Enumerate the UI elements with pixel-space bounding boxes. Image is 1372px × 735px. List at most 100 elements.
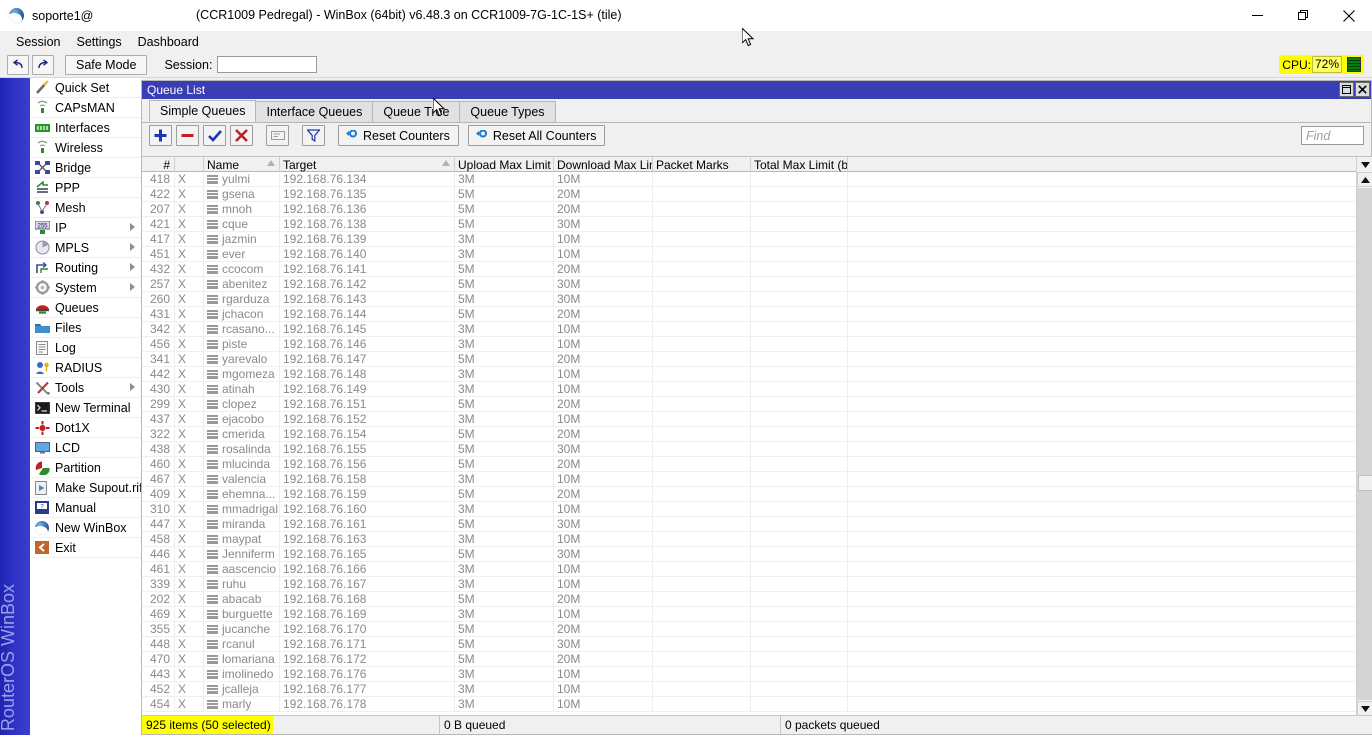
- table-row[interactable]: 322Xcmerida192.168.76.1545M20M: [142, 427, 1356, 442]
- sidebar-item-mpls[interactable]: MPLS: [30, 238, 141, 258]
- queue-close-button[interactable]: [1355, 82, 1370, 97]
- table-row[interactable]: 417Xjazmin192.168.76.1393M10M: [142, 232, 1356, 247]
- table-row[interactable]: 257Xabenitez192.168.76.1425M30M: [142, 277, 1356, 292]
- column-header-packet-marks[interactable]: Packet Marks: [653, 157, 751, 172]
- table-row[interactable]: 202Xabacab192.168.76.1685M20M: [142, 592, 1356, 607]
- column-header-total-max-limit[interactable]: Total Max Limit (bi...: [751, 157, 848, 172]
- table-row[interactable]: 458Xmaypat192.168.76.1633M10M: [142, 532, 1356, 547]
- sidebar-item-wireless[interactable]: Wireless: [30, 138, 141, 158]
- menu-item-dashboard[interactable]: Dashboard: [130, 33, 207, 51]
- queue-restore-button[interactable]: [1339, 82, 1354, 97]
- session-input[interactable]: [217, 56, 317, 73]
- sidebar-item-exit[interactable]: Exit: [30, 538, 141, 558]
- disable-queue-button[interactable]: [230, 125, 253, 146]
- table-row[interactable]: 438Xrosalinda192.168.76.1555M30M: [142, 442, 1356, 457]
- sidebar-item-quick-set[interactable]: Quick Set: [30, 78, 141, 98]
- column-header-name[interactable]: Name: [204, 157, 280, 172]
- table-row[interactable]: 443Ximolinedo192.168.76.1763M10M: [142, 667, 1356, 682]
- table-row[interactable]: 430Xatinah192.168.76.1493M10M: [142, 382, 1356, 397]
- sidebar-item-radius[interactable]: RADIUS: [30, 358, 141, 378]
- sidebar-item-ip[interactable]: 255 IP: [30, 218, 141, 238]
- cell-download-text: 10M: [557, 532, 580, 546]
- search-input[interactable]: Find: [1301, 126, 1364, 145]
- redo-icon[interactable]: [32, 55, 54, 75]
- column-header-download-max-limit[interactable]: Download Max Limit: [554, 157, 653, 172]
- table-row[interactable]: 460Xmlucinda192.168.76.1565M20M: [142, 457, 1356, 472]
- tab-interface-queues[interactable]: Interface Queues: [255, 101, 373, 122]
- table-row[interactable]: 451Xever192.168.76.1403M10M: [142, 247, 1356, 262]
- table-row[interactable]: 446XJenniferm192.168.76.1655M30M: [142, 547, 1356, 562]
- sidebar-item-files[interactable]: Files: [30, 318, 141, 338]
- scroll-up-button[interactable]: [1357, 172, 1372, 187]
- vertical-scrollbar[interactable]: [1356, 172, 1372, 716]
- table-row[interactable]: 299Xclopez192.168.76.1515M20M: [142, 397, 1356, 412]
- table-row[interactable]: 339Xruhu192.168.76.1673M10M: [142, 577, 1356, 592]
- sidebar-item-ppp[interactable]: PPP: [30, 178, 141, 198]
- sidebar-item-tools[interactable]: Tools: [30, 378, 141, 398]
- column-header-flags[interactable]: [175, 157, 204, 172]
- table-row[interactable]: 456Xpiste192.168.76.1463M10M: [142, 337, 1356, 352]
- menu-item-session[interactable]: Session: [8, 33, 68, 51]
- scrollbar-thumb[interactable]: [1358, 475, 1372, 491]
- sidebar-item-mesh[interactable]: Mesh: [30, 198, 141, 218]
- reset-counters-button[interactable]: Reset Counters: [338, 125, 459, 146]
- sidebar-item-new-terminal[interactable]: New Terminal: [30, 398, 141, 418]
- table-row[interactable]: 437Xejacobo192.168.76.1523M10M: [142, 412, 1356, 427]
- sidebar-item-log[interactable]: Log: [30, 338, 141, 358]
- table-row[interactable]: 409Xehemna...192.168.76.1595M20M: [142, 487, 1356, 502]
- table-row[interactable]: 454Xmarly192.168.76.1783M10M: [142, 697, 1356, 712]
- comment-icon[interactable]: [266, 125, 289, 146]
- table-row[interactable]: 467Xvalencia192.168.76.1583M10M: [142, 472, 1356, 487]
- table-row[interactable]: 421Xcque192.168.76.1385M30M: [142, 217, 1356, 232]
- enable-queue-button[interactable]: [203, 125, 226, 146]
- table-row[interactable]: 452Xjcalleja192.168.76.1773M10M: [142, 682, 1356, 697]
- table-row[interactable]: 470Xlomariana192.168.76.1725M20M: [142, 652, 1356, 667]
- sidebar-item-queues[interactable]: Queues: [30, 298, 141, 318]
- table-row[interactable]: 469Xburguette192.168.76.1693M10M: [142, 607, 1356, 622]
- sidebar-item-partition[interactable]: Partition: [30, 458, 141, 478]
- sidebar-item-interfaces[interactable]: Interfaces: [30, 118, 141, 138]
- sidebar-item-bridge[interactable]: Bridge: [30, 158, 141, 178]
- reset-all-counters-button[interactable]: Reset All Counters: [468, 125, 606, 146]
- filter-icon[interactable]: [302, 125, 325, 146]
- sidebar-item-dot1x[interactable]: Dot1X: [30, 418, 141, 438]
- table-row[interactable]: 431Xjchacon192.168.76.1445M20M: [142, 307, 1356, 322]
- table-row[interactable]: 310Xmmadrigal192.168.76.1603M10M: [142, 502, 1356, 517]
- remove-queue-button[interactable]: [176, 125, 199, 146]
- sidebar-item-manual[interactable]: ? Manual: [30, 498, 141, 518]
- menu-item-settings[interactable]: Settings: [68, 33, 129, 51]
- safe-mode-button[interactable]: Safe Mode: [65, 55, 147, 75]
- restore-button[interactable]: [1280, 0, 1326, 31]
- tab-simple-queues[interactable]: Simple Queues: [149, 100, 256, 122]
- scroll-down-button[interactable]: [1357, 701, 1372, 716]
- tab-queue-types[interactable]: Queue Types: [459, 101, 555, 122]
- table-row[interactable]: 342Xrcasano...192.168.76.1453M10M: [142, 322, 1356, 337]
- column-header-target[interactable]: Target: [280, 157, 455, 172]
- table-row[interactable]: 355Xjucanche192.168.76.1705M20M: [142, 622, 1356, 637]
- sidebar-item-make-supout[interactable]: Make Supout.rif: [30, 478, 141, 498]
- column-header-upload-max-limit[interactable]: Upload Max Limit: [455, 157, 554, 172]
- table-row[interactable]: 442Xmgomeza192.168.76.1483M10M: [142, 367, 1356, 382]
- sidebar-item-lcd[interactable]: LCD: [30, 438, 141, 458]
- table-row[interactable]: 447Xmiranda192.168.76.1615M30M: [142, 517, 1356, 532]
- close-button[interactable]: [1326, 0, 1372, 31]
- table-row[interactable]: 432Xccocom192.168.76.1415M20M: [142, 262, 1356, 277]
- column-header-index[interactable]: #: [142, 157, 175, 172]
- sidebar-item-capsman[interactable]: CAPsMAN: [30, 98, 141, 118]
- table-row[interactable]: 207Xmnoh192.168.76.1365M20M: [142, 202, 1356, 217]
- tab-queue-tree[interactable]: Queue Tree: [372, 101, 460, 122]
- table-row[interactable]: 448Xrcanul192.168.76.1715M30M: [142, 637, 1356, 652]
- sidebar-item-new-winbox[interactable]: New WinBox: [30, 518, 141, 538]
- undo-icon[interactable]: [7, 55, 29, 75]
- sidebar-item-system[interactable]: System: [30, 278, 141, 298]
- table-row[interactable]: 461Xaascencio192.168.76.1663M10M: [142, 562, 1356, 577]
- add-queue-button[interactable]: [149, 125, 172, 146]
- column-chooser-button[interactable]: [1356, 157, 1372, 172]
- table-row[interactable]: 418Xyulmi192.168.76.1343M10M: [142, 172, 1356, 187]
- table-row[interactable]: 422Xgsena192.168.76.1355M20M: [142, 187, 1356, 202]
- minimize-button[interactable]: [1234, 0, 1280, 31]
- table-row[interactable]: 341Xyarevalo192.168.76.1475M20M: [142, 352, 1356, 367]
- scrollbar-track[interactable]: [1357, 188, 1372, 700]
- sidebar-item-routing[interactable]: Routing: [30, 258, 141, 278]
- table-row[interactable]: 260Xrgarduza192.168.76.1435M30M: [142, 292, 1356, 307]
